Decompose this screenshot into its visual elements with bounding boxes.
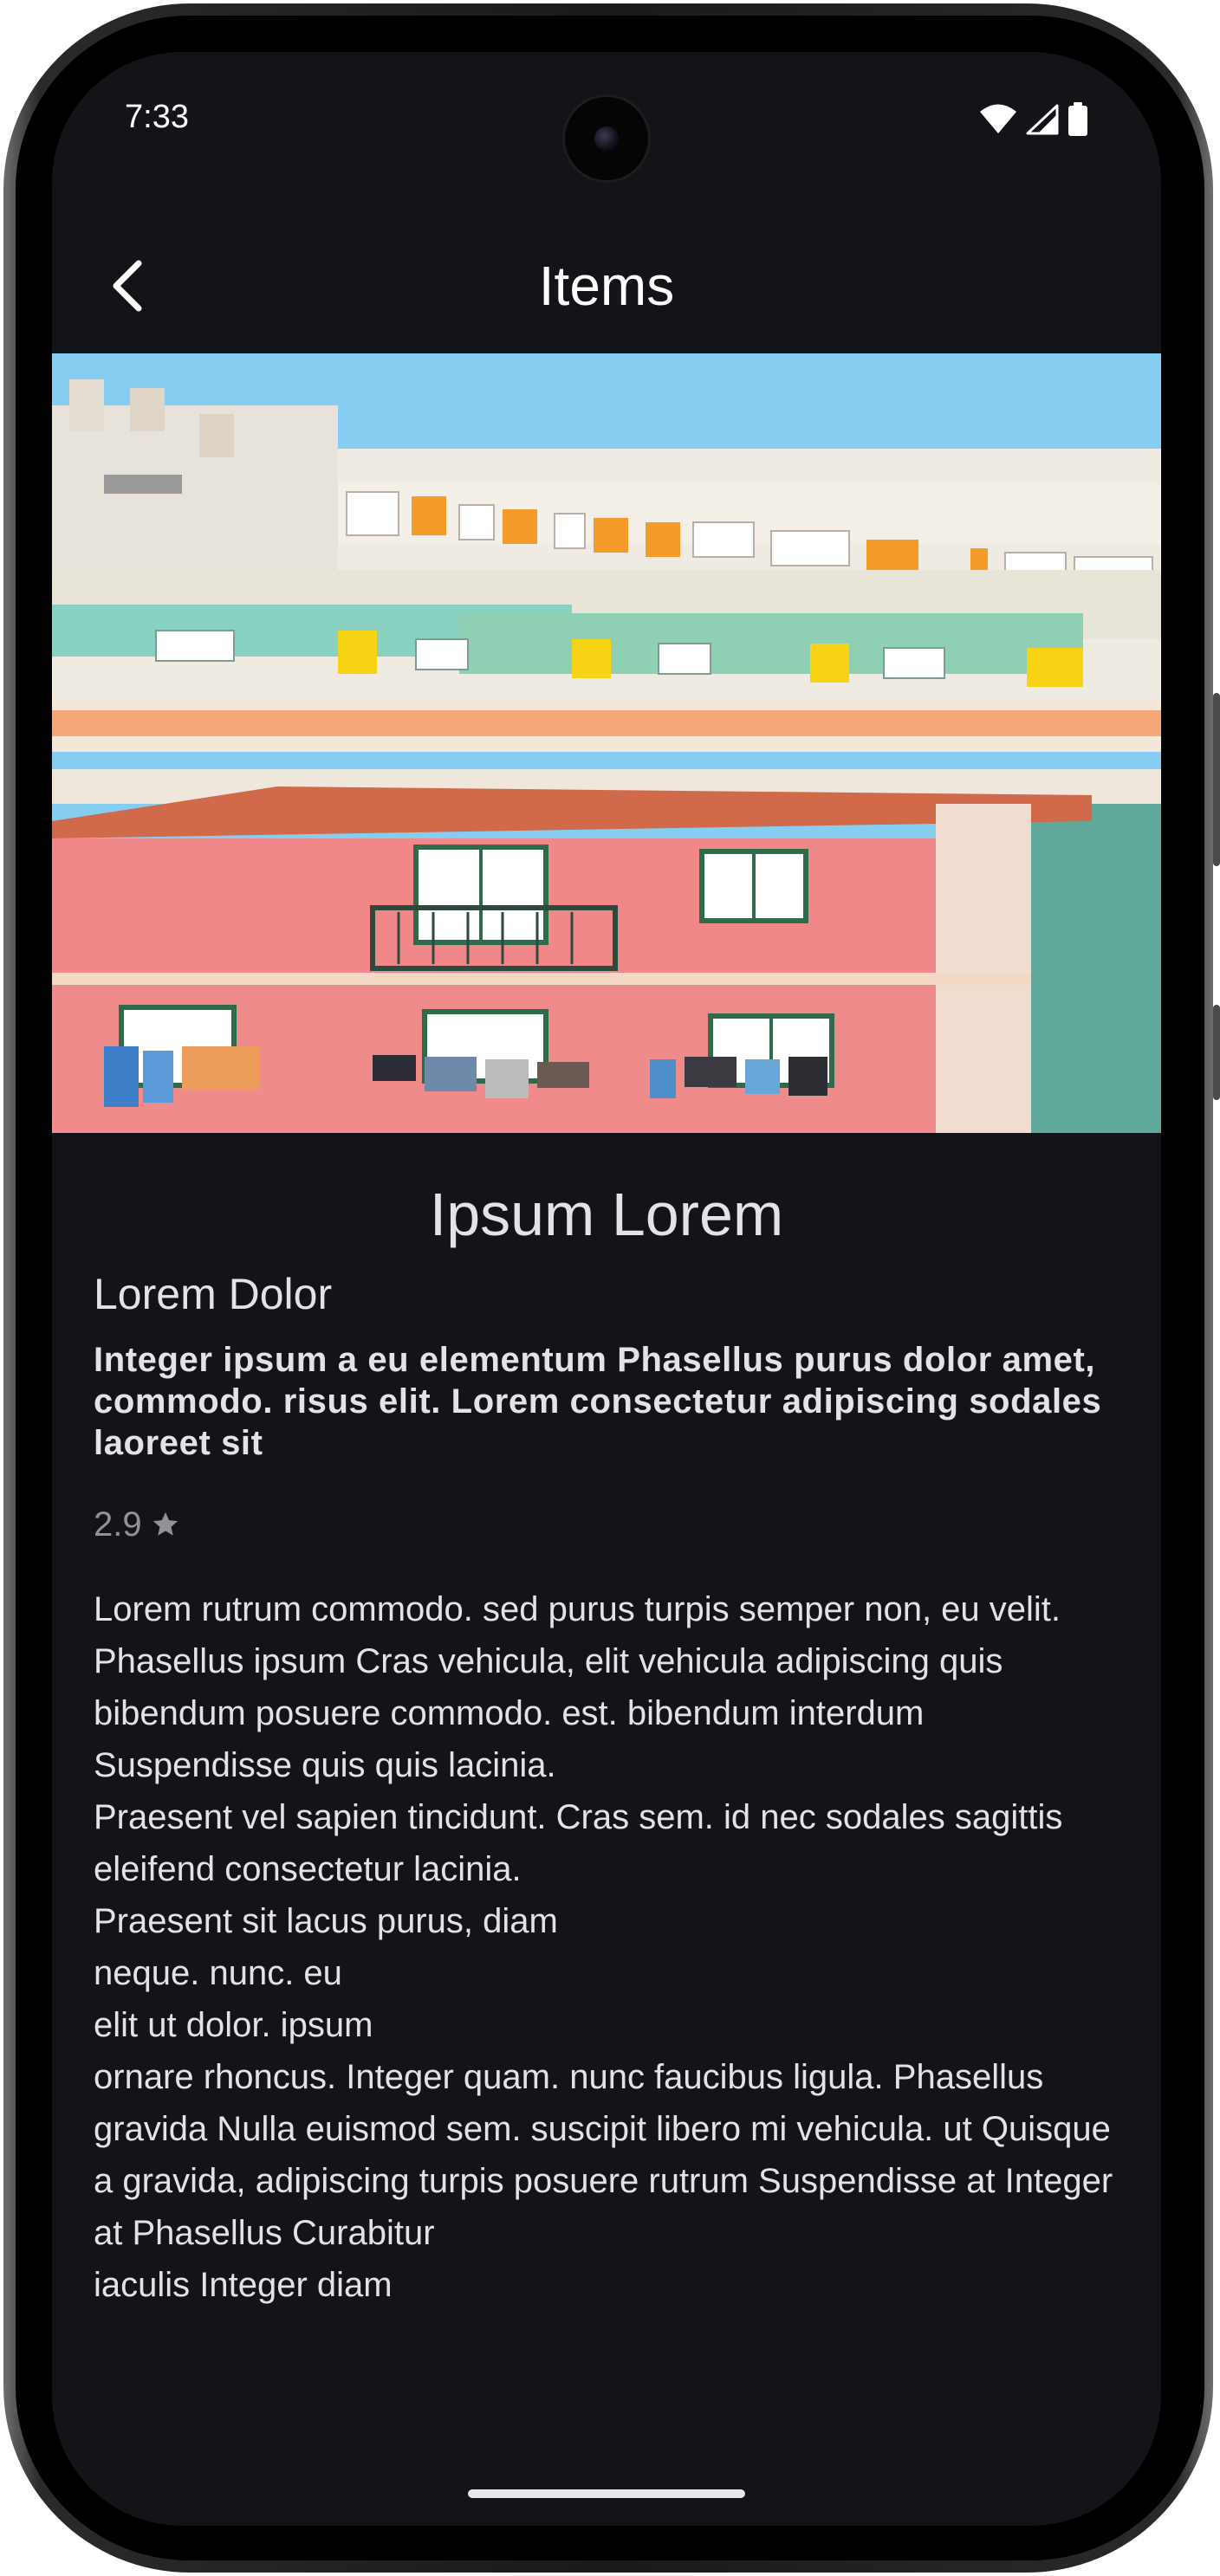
wifi-icon (980, 104, 1016, 133)
page-title: Items (538, 255, 675, 317)
volume-button (1213, 693, 1220, 866)
cellular-signal-icon (1026, 104, 1059, 135)
rating-value: 2.9 (94, 1505, 142, 1544)
item-description: Lorem rutrum commodo. sed purus turpis s… (94, 1590, 1113, 2304)
status-time: 7:33 (125, 99, 189, 135)
arrow-back-icon (113, 260, 142, 312)
home-indicator[interactable] (468, 2489, 745, 2498)
building-facade-illustration (52, 353, 1161, 1133)
hero-image (52, 353, 1161, 1133)
item-title: Ipsum Lorem (429, 1181, 784, 1248)
top-app-bar: Items (52, 225, 1161, 346)
power-button (1213, 1005, 1220, 1100)
back-button[interactable] (87, 244, 170, 327)
star-icon (152, 1511, 178, 1536)
item-subtitle: Lorem Dolor (94, 1270, 333, 1318)
screen: 7:33 Items Ipsum Lorem Lorem Dolor Integ… (52, 52, 1161, 2526)
status-bar: 7:33 (52, 52, 1161, 191)
front-camera (565, 97, 648, 180)
item-rating: 2.9 (94, 1504, 1119, 1545)
phone-device: 7:33 Items Ipsum Lorem Lorem Dolor Integ… (0, 0, 1220, 2576)
status-icons (979, 102, 1088, 137)
item-details: Ipsum Lorem Lorem Dolor Integer ipsum a … (94, 1133, 1119, 2311)
battery-icon (1068, 102, 1087, 136)
item-summary: Integer ipsum a eu elementum Phasellus p… (94, 1341, 1102, 1462)
